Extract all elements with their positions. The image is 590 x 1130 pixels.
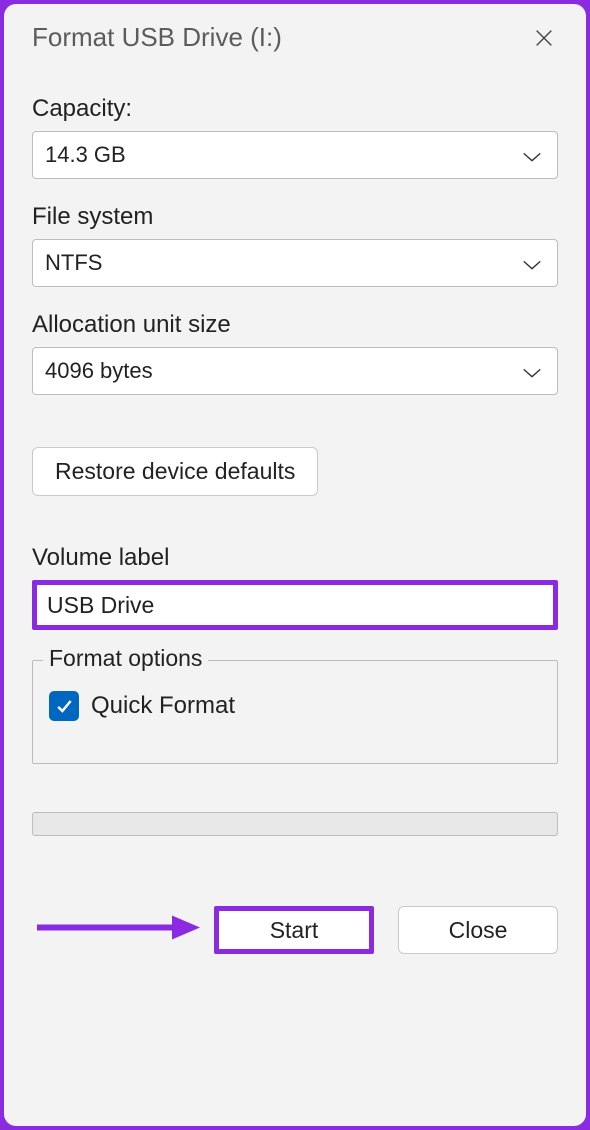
file-system-value: NTFS — [45, 250, 102, 276]
chevron-down-icon — [521, 360, 543, 382]
format-options-group: Format options Quick Format — [32, 660, 558, 764]
quick-format-label: Quick Format — [91, 692, 235, 720]
start-button-label: Start — [270, 917, 319, 944]
progress-bar — [32, 812, 558, 836]
volume-label-label: Volume label — [32, 544, 558, 572]
volume-label-input[interactable] — [32, 580, 558, 630]
capacity-label: Capacity: — [32, 95, 558, 123]
allocation-value: 4096 bytes — [45, 358, 153, 384]
allocation-select[interactable]: 4096 bytes — [32, 347, 558, 395]
format-dialog: Format USB Drive (I:) Capacity: 14.3 GB … — [4, 4, 586, 1126]
chevron-down-icon — [521, 252, 543, 274]
capacity-select[interactable]: 14.3 GB — [32, 131, 558, 179]
window-title: Format USB Drive (I:) — [32, 22, 282, 53]
close-button[interactable]: Close — [398, 906, 558, 954]
allocation-label: Allocation unit size — [32, 311, 558, 339]
close-button-label: Close — [449, 917, 508, 944]
capacity-value: 14.3 GB — [45, 142, 126, 168]
restore-defaults-button[interactable]: Restore device defaults — [32, 447, 318, 496]
chevron-down-icon — [521, 144, 543, 166]
quick-format-checkbox[interactable] — [49, 691, 79, 721]
dialog-content: Capacity: 14.3 GB File system NTFS Alloc… — [4, 61, 586, 954]
file-system-select[interactable]: NTFS — [32, 239, 558, 287]
file-system-label: File system — [32, 203, 558, 231]
quick-format-row: Quick Format — [49, 691, 541, 721]
start-button[interactable]: Start — [214, 906, 374, 954]
titlebar: Format USB Drive (I:) — [4, 4, 586, 61]
format-options-legend: Format options — [43, 645, 208, 672]
button-row: Start Close — [32, 906, 558, 954]
restore-defaults-label: Restore device defaults — [55, 458, 295, 484]
close-icon[interactable] — [530, 24, 558, 52]
arrow-icon — [32, 914, 202, 947]
